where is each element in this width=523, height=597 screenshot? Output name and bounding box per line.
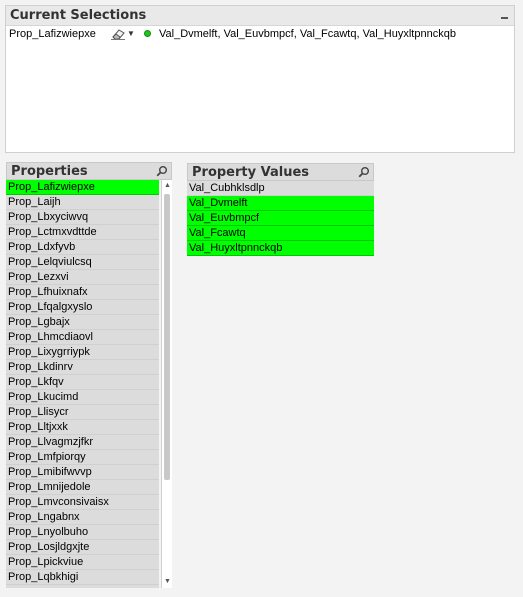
- list-item[interactable]: Prop_Lpickviue: [6, 555, 159, 570]
- list-item[interactable]: Val_Fcawtq: [187, 226, 374, 241]
- search-icon[interactable]: [156, 165, 168, 177]
- list-item[interactable]: Prop_Lkfqv: [6, 375, 159, 390]
- search-icon[interactable]: [358, 166, 370, 178]
- list-item[interactable]: Val_Huyxltpnnckqb: [187, 241, 374, 256]
- list-item[interactable]: Prop_Llisycr: [6, 405, 159, 420]
- list-item[interactable]: Prop_Lixygrriypk: [6, 345, 159, 360]
- minimize-icon[interactable]: [501, 12, 508, 19]
- list-item[interactable]: Prop_Llvagmzjfkr: [6, 435, 159, 450]
- list-item[interactable]: Prop_Lctmxvdttde: [6, 225, 159, 240]
- list-item[interactable]: Prop_Lhmcdiaovl: [6, 330, 159, 345]
- list-item[interactable]: Prop_Lkdinrv: [6, 360, 159, 375]
- list-item[interactable]: Prop_Lltjxxk: [6, 420, 159, 435]
- list-item[interactable]: Prop_Lelqviulcsq: [6, 255, 159, 270]
- list-item[interactable]: Prop_Lafizwiepxe: [6, 180, 159, 195]
- list-item[interactable]: Prop_Lmfpiorqy: [6, 450, 159, 465]
- list-item[interactable]: Prop_Lmvconsivaisx: [6, 495, 159, 510]
- scrollbar-thumb[interactable]: [164, 194, 170, 480]
- current-selections-header: Current Selections: [6, 6, 514, 26]
- property-values-title: Property Values: [192, 165, 310, 180]
- selected-values-text: Val_Dvmelft, Val_Euvbmpcf, Val_Fcawtq, V…: [159, 28, 456, 40]
- scroll-down-icon[interactable]: ▼: [163, 578, 172, 586]
- chevron-down-icon[interactable]: ▼: [127, 28, 137, 40]
- properties-list: Prop_Lafizwiepxe Prop_Laijh Prop_Lbxyciwvq…: [6, 180, 159, 588]
- list-item[interactable]: Prop_Lnyolbuho: [6, 525, 159, 540]
- list-item[interactable]: Prop_Ldxfyvb: [6, 240, 159, 255]
- current-selections-box: Current Selections Prop_Lafizwiepxe ▼ Va…: [5, 5, 515, 153]
- list-item[interactable]: Prop_Losjldgxjte: [6, 540, 159, 555]
- scroll-up-icon[interactable]: ▲: [163, 182, 172, 190]
- list-item[interactable]: Prop_Lbxyciwvq: [6, 210, 159, 225]
- list-item[interactable]: Prop_Lfhuixnafx: [6, 285, 159, 300]
- property-values-header: Property Values: [187, 163, 374, 181]
- properties-scrollbar[interactable]: ▲ ▼: [161, 180, 172, 588]
- list-item[interactable]: Prop_Lkucimd: [6, 390, 159, 405]
- list-item[interactable]: Val_Cubhklsdlp: [187, 181, 374, 196]
- list-item[interactable]: Prop_Lezxvi: [6, 270, 159, 285]
- eraser-icon[interactable]: [110, 28, 126, 40]
- properties-title: Properties: [11, 164, 88, 179]
- list-item[interactable]: Prop_Lqbkhigi: [6, 570, 159, 585]
- property-values-listbox: Property Values Val_Cubhklsdlp Val_Dvmelf…: [187, 163, 374, 258]
- list-item[interactable]: Prop_Lgbajx: [6, 315, 159, 330]
- list-item[interactable]: Val_Euvbmpcf: [187, 211, 374, 226]
- properties-listbox: Properties Prop_Lafizwiepxe Prop_Laijh Pro…: [6, 162, 172, 588]
- selection-field-name: Prop_Lafizwiepxe: [9, 28, 96, 40]
- list-item[interactable]: Prop_Lmibifwvvp: [6, 465, 159, 480]
- current-selection-row: Prop_Lafizwiepxe ▼ Val_Dvmelft, Val_Euvb…: [6, 26, 514, 42]
- selection-status-dot-icon: [144, 30, 151, 37]
- list-item[interactable]: Val_Dvmelft: [187, 196, 374, 211]
- list-item[interactable]: Prop_Lmnijedole: [6, 480, 159, 495]
- current-selections-title: Current Selections: [10, 8, 147, 23]
- list-item[interactable]: Prop_Lfqalgxyslo: [6, 300, 159, 315]
- properties-header: Properties: [6, 162, 172, 180]
- property-values-list: Val_Cubhklsdlp Val_Dvmelft Val_Euvbmpcf Val…: [187, 181, 374, 256]
- list-item[interactable]: Prop_Lngabnx: [6, 510, 159, 525]
- list-item[interactable]: Prop_Laijh: [6, 195, 159, 210]
